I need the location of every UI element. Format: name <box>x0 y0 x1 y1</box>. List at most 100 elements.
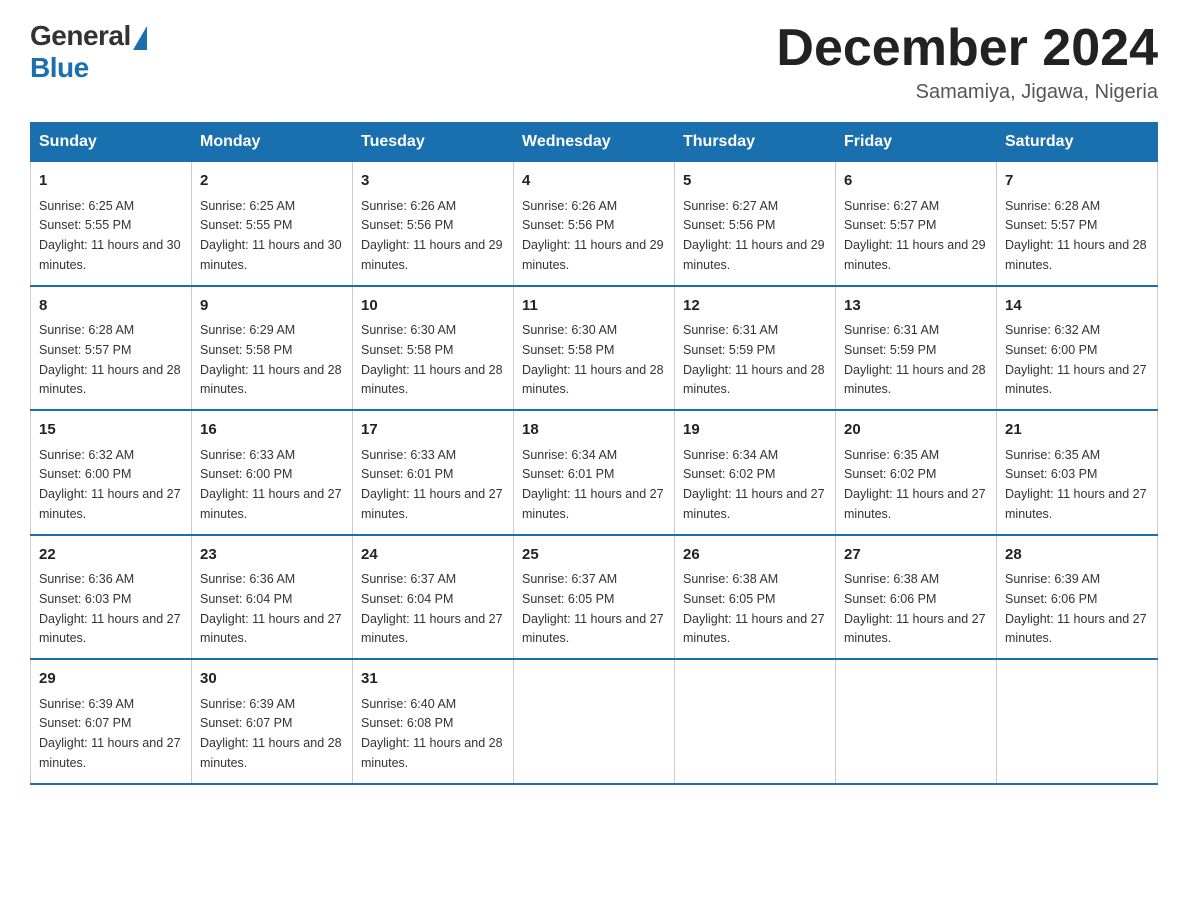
day-info: Sunrise: 6:35 AMSunset: 6:02 PMDaylight:… <box>844 448 986 521</box>
week-row-3: 15 Sunrise: 6:32 AMSunset: 6:00 PMDayligh… <box>31 410 1158 535</box>
calendar-cell: 3 Sunrise: 6:26 AMSunset: 5:56 PMDaylight… <box>353 162 514 286</box>
calendar-cell: 6 Sunrise: 6:27 AMSunset: 5:57 PMDaylight… <box>836 162 997 286</box>
day-info: Sunrise: 6:31 AMSunset: 5:59 PMDaylight:… <box>844 323 986 396</box>
day-info: Sunrise: 6:25 AMSunset: 5:55 PMDaylight:… <box>200 199 342 272</box>
calendar-cell: 11 Sunrise: 6:30 AMSunset: 5:58 PMDayligh… <box>514 286 675 411</box>
logo-general-text: General <box>30 20 131 52</box>
calendar-cell: 26Sunrise: 6:38 AMSunset: 6:05 PMDayligh… <box>675 535 836 660</box>
day-info: Sunrise: 6:35 AMSunset: 6:03 PMDaylight:… <box>1005 448 1147 521</box>
day-number: 28 <box>1005 544 1149 567</box>
day-info: Sunrise: 6:39 AMSunset: 6:07 PMDaylight:… <box>200 697 342 770</box>
day-number: 8 <box>39 295 183 318</box>
calendar-cell: 10Sunrise: 6:30 AMSunset: 5:58 PMDayligh… <box>353 286 514 411</box>
calendar-cell: 17 Sunrise: 6:33 AMSunset: 6:01 PMDayligh… <box>353 410 514 535</box>
day-number: 29 <box>39 668 183 691</box>
logo: General Blue <box>30 20 147 84</box>
calendar-cell: 24 Sunrise: 6:37 AMSunset: 6:04 PMDayligh… <box>353 535 514 660</box>
calendar-cell: 16Sunrise: 6:33 AMSunset: 6:00 PMDayligh… <box>192 410 353 535</box>
calendar-cell: 18Sunrise: 6:34 AMSunset: 6:01 PMDayligh… <box>514 410 675 535</box>
calendar-cell: 29Sunrise: 6:39 AMSunset: 6:07 PMDayligh… <box>31 659 192 784</box>
week-row-1: 1Sunrise: 6:25 AMSunset: 5:55 PMDaylight… <box>31 162 1158 286</box>
day-number: 30 <box>200 668 344 691</box>
day-number: 25 <box>522 544 666 567</box>
day-number: 9 <box>200 295 344 318</box>
calendar-header-row: SundayMondayTuesdayWednesdayThursdayFrid… <box>31 123 1158 162</box>
calendar-cell: 13Sunrise: 6:31 AMSunset: 5:59 PMDayligh… <box>836 286 997 411</box>
day-info: Sunrise: 6:34 AMSunset: 6:02 PMDaylight:… <box>683 448 825 521</box>
logo-triangle-icon <box>133 26 147 50</box>
day-number: 4 <box>522 170 666 193</box>
day-info: Sunrise: 6:33 AMSunset: 6:00 PMDaylight:… <box>200 448 342 521</box>
column-header-friday: Friday <box>836 123 997 162</box>
calendar-cell: 30 Sunrise: 6:39 AMSunset: 6:07 PMDayligh… <box>192 659 353 784</box>
calendar-cell <box>836 659 997 784</box>
week-row-2: 8 Sunrise: 6:28 AMSunset: 5:57 PMDaylight… <box>31 286 1158 411</box>
calendar-cell: 28Sunrise: 6:39 AMSunset: 6:06 PMDayligh… <box>997 535 1158 660</box>
logo-blue-text: Blue <box>30 52 89 84</box>
column-header-saturday: Saturday <box>997 123 1158 162</box>
day-info: Sunrise: 6:28 AMSunset: 5:57 PMDaylight:… <box>39 323 181 396</box>
day-info: Sunrise: 6:28 AMSunset: 5:57 PMDaylight:… <box>1005 199 1147 272</box>
week-row-4: 22Sunrise: 6:36 AMSunset: 6:03 PMDayligh… <box>31 535 1158 660</box>
day-number: 12 <box>683 295 827 318</box>
week-row-5: 29 Sunrise: 6:39 AMSunset: 6:07 PMDayligh… <box>31 659 1158 784</box>
day-number: 17 <box>361 419 505 442</box>
month-title: December 2024 <box>776 20 1158 77</box>
day-number: 2 <box>200 170 344 193</box>
day-number: 10 <box>361 295 505 318</box>
calendar-cell: 2 Sunrise: 6:25 AMSunset: 5:55 PMDaylight… <box>192 162 353 286</box>
calendar-cell: 25 Sunrise: 6:37 AMSunset: 6:05 PMDayligh… <box>514 535 675 660</box>
day-info: Sunrise: 6:32 AMSunset: 6:00 PMDaylight:… <box>39 448 181 521</box>
column-header-wednesday: Wednesday <box>514 123 675 162</box>
day-info: Sunrise: 6:27 AMSunset: 5:57 PMDaylight:… <box>844 199 986 272</box>
calendar-table: SundayMondayTuesdayWednesdayThursdayFrid… <box>30 122 1158 785</box>
day-number: 3 <box>361 170 505 193</box>
day-number: 14 <box>1005 295 1149 318</box>
day-number: 6 <box>844 170 988 193</box>
day-number: 11 <box>522 295 666 318</box>
day-info: Sunrise: 6:26 AMSunset: 5:56 PMDaylight:… <box>522 199 664 272</box>
calendar-cell: 20 Sunrise: 6:35 AMSunset: 6:02 PMDayligh… <box>836 410 997 535</box>
day-info: Sunrise: 6:36 AMSunset: 6:04 PMDaylight:… <box>200 572 342 645</box>
day-info: Sunrise: 6:26 AMSunset: 5:56 PMDaylight:… <box>361 199 503 272</box>
column-header-thursday: Thursday <box>675 123 836 162</box>
calendar-cell: 23 Sunrise: 6:36 AMSunset: 6:04 PMDayligh… <box>192 535 353 660</box>
day-info: Sunrise: 6:33 AMSunset: 6:01 PMDaylight:… <box>361 448 503 521</box>
day-number: 31 <box>361 668 505 691</box>
day-info: Sunrise: 6:37 AMSunset: 6:04 PMDaylight:… <box>361 572 503 645</box>
calendar-cell: 8 Sunrise: 6:28 AMSunset: 5:57 PMDaylight… <box>31 286 192 411</box>
column-header-tuesday: Tuesday <box>353 123 514 162</box>
calendar-cell: 27Sunrise: 6:38 AMSunset: 6:06 PMDayligh… <box>836 535 997 660</box>
column-header-sunday: Sunday <box>31 123 192 162</box>
calendar-cell: 7 Sunrise: 6:28 AMSunset: 5:57 PMDaylight… <box>997 162 1158 286</box>
calendar-cell: 5 Sunrise: 6:27 AMSunset: 5:56 PMDaylight… <box>675 162 836 286</box>
calendar-cell: 21 Sunrise: 6:35 AMSunset: 6:03 PMDayligh… <box>997 410 1158 535</box>
day-info: Sunrise: 6:29 AMSunset: 5:58 PMDaylight:… <box>200 323 342 396</box>
day-info: Sunrise: 6:27 AMSunset: 5:56 PMDaylight:… <box>683 199 825 272</box>
day-number: 20 <box>844 419 988 442</box>
day-info: Sunrise: 6:31 AMSunset: 5:59 PMDaylight:… <box>683 323 825 396</box>
day-info: Sunrise: 6:36 AMSunset: 6:03 PMDaylight:… <box>39 572 181 645</box>
day-number: 15 <box>39 419 183 442</box>
day-number: 26 <box>683 544 827 567</box>
calendar-cell: 15 Sunrise: 6:32 AMSunset: 6:00 PMDayligh… <box>31 410 192 535</box>
day-number: 23 <box>200 544 344 567</box>
day-number: 24 <box>361 544 505 567</box>
calendar-cell: 12 Sunrise: 6:31 AMSunset: 5:59 PMDayligh… <box>675 286 836 411</box>
calendar-cell: 22Sunrise: 6:36 AMSunset: 6:03 PMDayligh… <box>31 535 192 660</box>
calendar-cell: 14 Sunrise: 6:32 AMSunset: 6:00 PMDayligh… <box>997 286 1158 411</box>
day-number: 21 <box>1005 419 1149 442</box>
day-info: Sunrise: 6:40 AMSunset: 6:08 PMDaylight:… <box>361 697 503 770</box>
day-info: Sunrise: 6:30 AMSunset: 5:58 PMDaylight:… <box>522 323 664 396</box>
calendar-cell <box>997 659 1158 784</box>
day-number: 5 <box>683 170 827 193</box>
day-number: 27 <box>844 544 988 567</box>
title-block: December 2024 Samamiya, Jigawa, Nigeria <box>776 20 1158 104</box>
day-info: Sunrise: 6:32 AMSunset: 6:00 PMDaylight:… <box>1005 323 1147 396</box>
day-number: 7 <box>1005 170 1149 193</box>
calendar-cell: 9 Sunrise: 6:29 AMSunset: 5:58 PMDaylight… <box>192 286 353 411</box>
calendar-cell: 31 Sunrise: 6:40 AMSunset: 6:08 PMDayligh… <box>353 659 514 784</box>
calendar-cell <box>514 659 675 784</box>
column-header-monday: Monday <box>192 123 353 162</box>
day-info: Sunrise: 6:37 AMSunset: 6:05 PMDaylight:… <box>522 572 664 645</box>
